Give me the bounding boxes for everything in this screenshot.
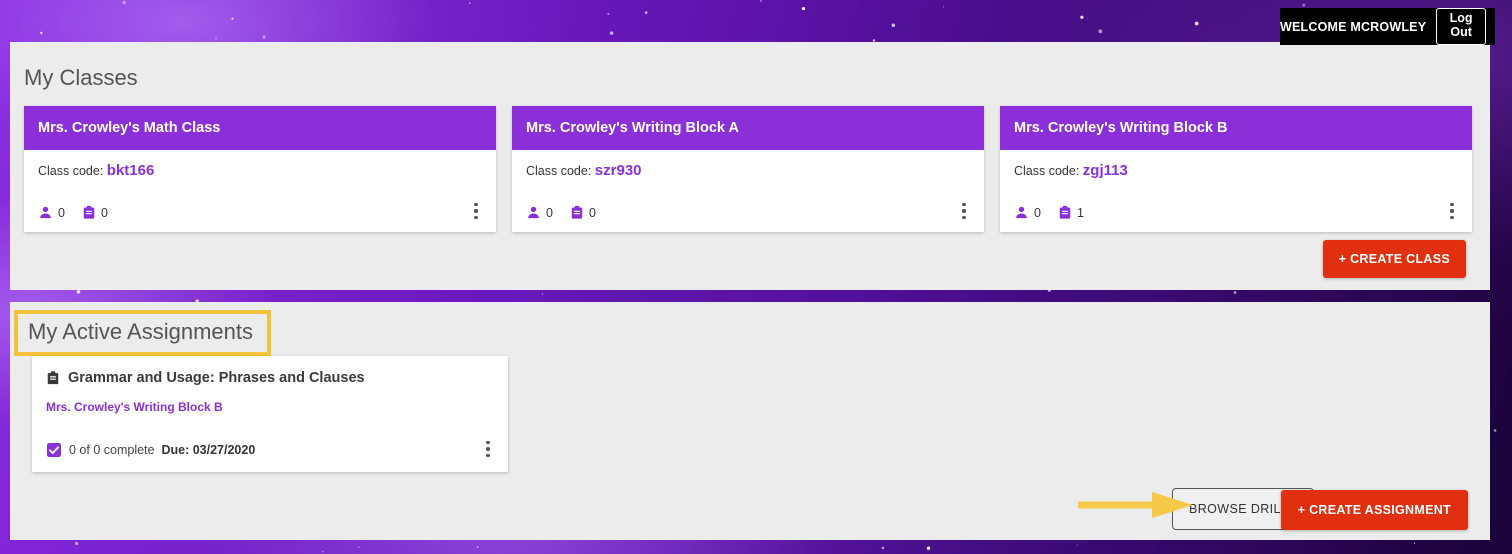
- arrow-annotation-icon: [1078, 492, 1193, 518]
- assignment-title-row: Grammar and Usage: Phrases and Clauses: [46, 370, 494, 386]
- log-out-button[interactable]: Log Out: [1436, 8, 1486, 45]
- assignment-meta-row: 0 of 0 complete Due: 03/27/2020: [46, 442, 255, 458]
- assignment-count-stat: 0: [82, 205, 108, 220]
- assignment-count-value: 1: [1076, 205, 1084, 220]
- student-count-stat: 0: [526, 205, 553, 220]
- my-active-assignments-panel: My Active Assignments Grammar and Usage:…: [10, 302, 1490, 540]
- assignment-progress: 0 of 0 complete: [69, 443, 155, 457]
- assignment-title: Grammar and Usage: Phrases and Clauses: [68, 370, 365, 386]
- class-card-body: Class code: bkt166 0 0: [24, 150, 496, 232]
- class-code-value: zgj113: [1082, 162, 1128, 179]
- class-card[interactable]: Mrs. Crowley's Writing Block A Class cod…: [512, 106, 984, 232]
- class-code-label: Class code:: [1014, 164, 1080, 178]
- student-count-value: 0: [546, 205, 553, 220]
- class-code-value: szr930: [594, 162, 642, 179]
- welcome-text: WELCOME MCROWLEY: [1280, 19, 1427, 34]
- class-card-stats: 0 1: [1014, 205, 1084, 220]
- clipboard-icon: [47, 371, 59, 385]
- class-code-value: bkt166: [106, 162, 155, 179]
- assignment-count-value: 0: [100, 205, 108, 220]
- class-code-label: Class code:: [526, 164, 592, 178]
- person-icon: [40, 206, 51, 219]
- create-assignment-button[interactable]: + CREATE ASSIGNMENT: [1280, 490, 1468, 530]
- person-icon: [528, 206, 539, 219]
- my-classes-panel: My Classes Mrs. Crowley's Math Class Cla…: [10, 42, 1490, 290]
- student-count-value: 0: [58, 205, 65, 220]
- welcome-bar: WELCOME MCROWLEY Log Out: [1280, 8, 1495, 45]
- student-count-stat: 0: [38, 205, 65, 220]
- class-code-label: Class code:: [38, 164, 104, 178]
- student-count-value: 0: [1034, 205, 1041, 220]
- assignment-due-date: Due: 03/27/2020: [161, 443, 256, 457]
- assignment-card[interactable]: Grammar and Usage: Phrases and Clauses M…: [32, 356, 508, 472]
- class-card-body: Class code: szr930 0 0: [512, 150, 984, 232]
- my-classes-title-wrap: My Classes: [24, 65, 138, 91]
- assignments-title-highlight-box: My Active Assignments: [14, 310, 271, 356]
- class-card-stats: 0 0: [38, 205, 108, 220]
- class-card-overflow-menu-icon[interactable]: [955, 198, 973, 224]
- class-code-line: Class code: zgj113: [1014, 162, 1458, 179]
- my-classes-title: My Classes: [24, 65, 138, 90]
- class-card-overflow-menu-icon[interactable]: [1443, 198, 1461, 224]
- class-card[interactable]: Mrs. Crowley's Math Class Class code: bk…: [24, 106, 496, 232]
- assignment-count-stat: 0: [570, 205, 596, 220]
- assignment-count-value: 0: [588, 205, 596, 220]
- create-class-button[interactable]: + CREATE CLASS: [1322, 240, 1466, 278]
- class-cards-row: Mrs. Crowley's Math Class Class code: bk…: [24, 106, 1476, 232]
- clipboard-icon: [83, 205, 95, 219]
- class-code-line: Class code: szr930: [526, 162, 970, 179]
- assignment-count-stat: 1: [1058, 205, 1084, 220]
- my-active-assignments-title: My Active Assignments: [28, 319, 253, 344]
- class-card-title: Mrs. Crowley's Writing Block A: [512, 106, 984, 150]
- checkbox-checked-icon: [47, 443, 61, 457]
- class-card[interactable]: Mrs. Crowley's Writing Block B Class cod…: [1000, 106, 1472, 232]
- class-code-line: Class code: bkt166: [38, 162, 482, 179]
- assignment-class-link[interactable]: Mrs. Crowley's Writing Block B: [46, 400, 494, 414]
- clipboard-icon: [571, 205, 583, 219]
- class-card-overflow-menu-icon[interactable]: [467, 198, 485, 224]
- class-card-title: Mrs. Crowley's Writing Block B: [1000, 106, 1472, 150]
- assignment-overflow-menu-icon[interactable]: [479, 436, 497, 462]
- class-card-title: Mrs. Crowley's Math Class: [24, 106, 496, 150]
- clipboard-icon: [1059, 205, 1071, 219]
- student-count-stat: 0: [1014, 205, 1041, 220]
- class-card-body: Class code: zgj113 0 1: [1000, 150, 1472, 232]
- person-icon: [1016, 206, 1027, 219]
- class-card-stats: 0 0: [526, 205, 596, 220]
